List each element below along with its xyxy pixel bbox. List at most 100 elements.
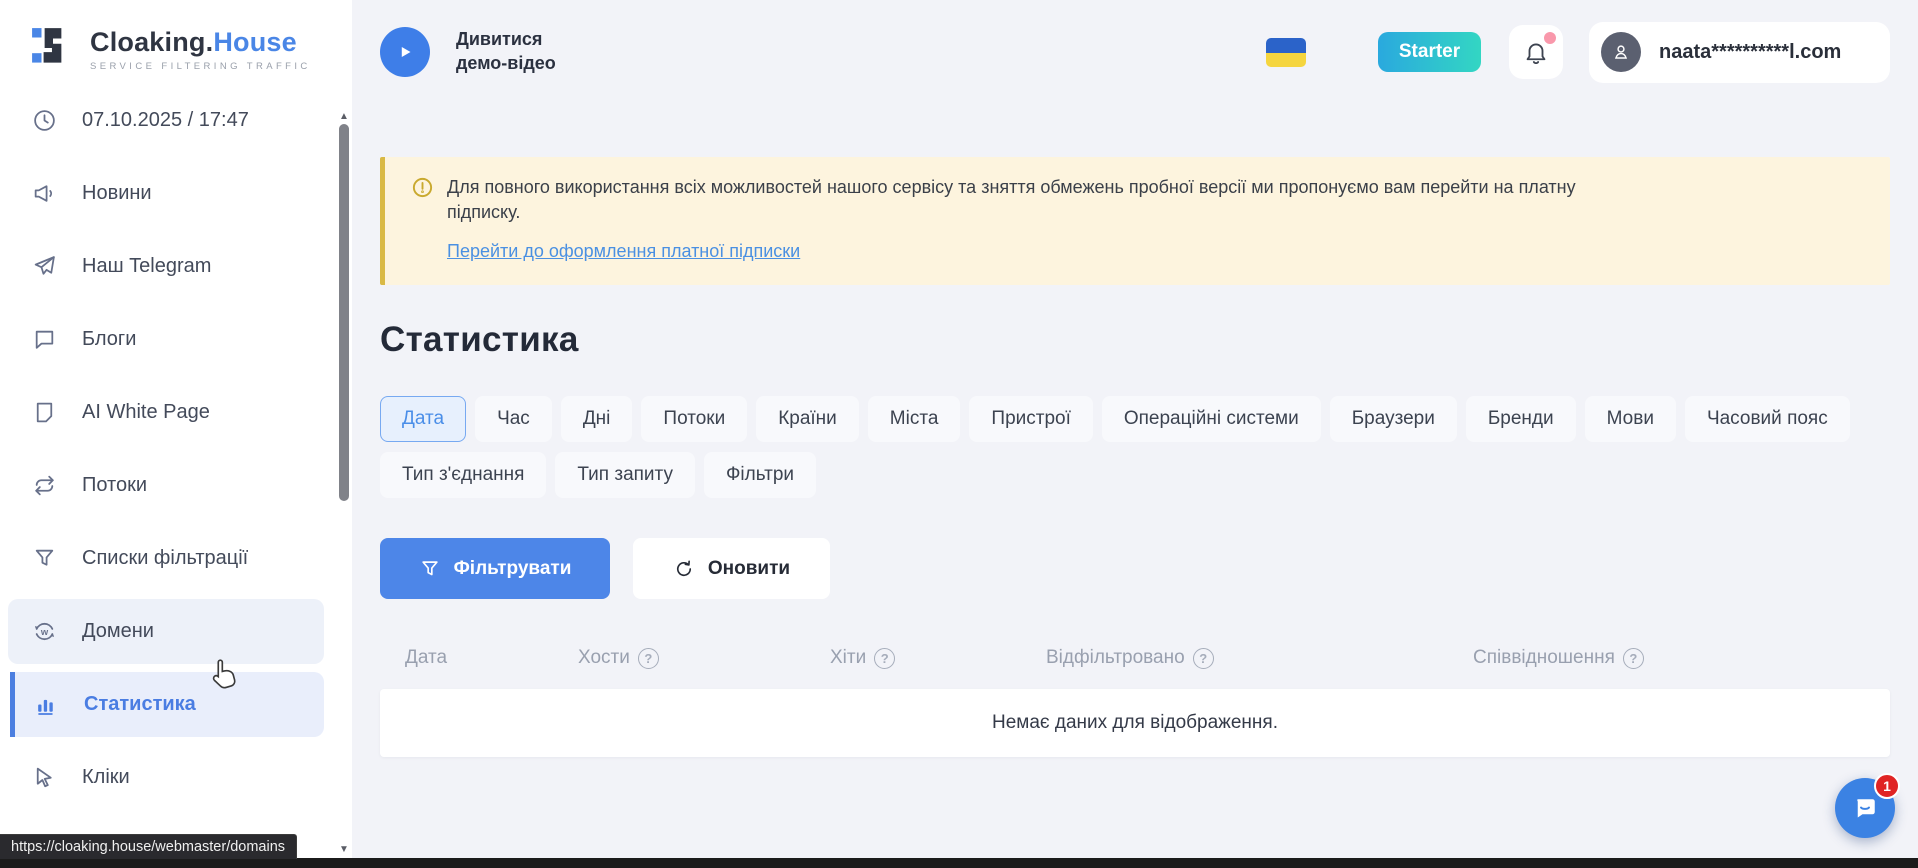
sidebar: Cloaking.House SERVICE FILTERING TRAFFIC… [0, 0, 352, 868]
page-title: Статистика [380, 320, 1890, 360]
demo-video-line1: Дивитися [456, 28, 556, 52]
bar-chart-icon [34, 692, 59, 717]
sync-arrows-icon [32, 473, 57, 498]
clock-icon [32, 108, 57, 133]
play-demo-button[interactable] [380, 27, 430, 77]
refresh-icon [673, 558, 695, 580]
main-content: Дивитися демо-відео Starter naata*******… [352, 0, 1918, 868]
sidebar-item-label: Кліки [82, 766, 130, 789]
tab-days[interactable]: Дні [561, 396, 633, 442]
empty-state-text: Немає даних для відображення. [992, 712, 1278, 734]
funnel-icon [419, 558, 441, 580]
empty-state: Немає даних для відображення. [380, 689, 1890, 757]
logo-icon [30, 26, 76, 72]
sidebar-item-label: AI White Page [82, 401, 210, 424]
paper-plane-icon [32, 254, 57, 279]
sidebar-item-label: Статистика [84, 693, 196, 716]
tab-date[interactable]: Дата [380, 396, 466, 442]
help-icon[interactable]: ? [638, 648, 659, 669]
scrollbar-up-arrow[interactable]: ▲ [338, 112, 350, 122]
column-header-filtered: Відфільтровано ? [1046, 647, 1473, 669]
table-header: Дата Хости ? Хіти ? Відфільтровано ? Спі… [380, 637, 1890, 679]
megaphone-icon [32, 181, 57, 206]
column-header-hits: Хіти ? [830, 647, 1046, 669]
refresh-button-label: Оновити [708, 558, 790, 580]
tab-cities[interactable]: Міста [868, 396, 961, 442]
tab-countries[interactable]: Країни [756, 396, 859, 442]
action-buttons: Фільтрувати Оновити [380, 538, 1890, 599]
banner-text-line1: Для повного використання всіх можливосте… [447, 175, 1576, 200]
filter-button-label: Фільтрувати [454, 558, 572, 580]
sidebar-item-label: Домени [82, 620, 154, 643]
status-url-tooltip: https://cloaking.house/webmaster/domains [0, 834, 297, 859]
chat-unread-badge: 1 [1874, 773, 1900, 799]
sidebar-item-streams[interactable]: Потоки [8, 453, 324, 518]
sidebar-item-label: Потоки [82, 474, 147, 497]
page-icon [32, 400, 57, 425]
chat-widget-button[interactable]: 1 [1835, 778, 1895, 838]
tab-connection-type[interactable]: Тип з'єднання [380, 452, 546, 498]
language-flag-ukraine[interactable] [1266, 38, 1306, 67]
sidebar-menu: 07.10.2025 / 17:47 Новини Наш Telegram Б… [0, 88, 352, 810]
help-icon[interactable]: ? [1193, 648, 1214, 669]
filter-tabs: Дата Час Дні Потоки Країни Міста Пристро… [380, 396, 1890, 498]
user-account-button[interactable]: naata**********l.com [1589, 22, 1890, 83]
column-header-ratio: Співвідношення ? [1473, 647, 1644, 669]
sidebar-item-blogs[interactable]: Блоги [8, 307, 324, 372]
tab-streams[interactable]: Потоки [641, 396, 747, 442]
avatar [1601, 32, 1641, 72]
demo-video-label[interactable]: Дивитися демо-відео [456, 28, 556, 76]
notifications-button[interactable] [1509, 25, 1563, 79]
svg-text:w: w [40, 627, 49, 637]
column-header-date: Дата [405, 647, 578, 669]
sidebar-item-filter-lists[interactable]: Списки фільтрації [8, 526, 324, 591]
scrollbar-down-arrow[interactable]: ▼ [338, 845, 350, 855]
tab-browsers[interactable]: Браузери [1330, 396, 1457, 442]
refresh-button[interactable]: Оновити [633, 538, 830, 599]
tab-devices[interactable]: Пристрої [969, 396, 1092, 442]
help-icon[interactable]: ? [874, 648, 895, 669]
funnel-icon [32, 546, 57, 571]
logo-title-main: Cloaking. [90, 27, 213, 57]
sidebar-item-label: Наш Telegram [82, 255, 211, 278]
scrollbar-thumb[interactable] [339, 124, 349, 501]
plan-badge-button[interactable]: Starter [1378, 32, 1481, 72]
person-icon [1610, 41, 1632, 63]
sidebar-item-label: Списки фільтрації [82, 547, 248, 570]
notification-dot [1544, 32, 1556, 44]
sidebar-item-clicks[interactable]: Кліки [8, 745, 324, 810]
logo: Cloaking.House SERVICE FILTERING TRAFFIC [0, 0, 352, 72]
demo-video-line2: демо-відео [456, 52, 556, 76]
sidebar-item-datetime: 07.10.2025 / 17:47 [8, 88, 324, 153]
play-icon [394, 41, 416, 63]
logo-tagline: SERVICE FILTERING TRAFFIC [90, 61, 311, 72]
tab-filters[interactable]: Фільтри [704, 452, 816, 498]
tab-request-type[interactable]: Тип запиту [555, 452, 695, 498]
warning-icon [411, 176, 434, 199]
bell-icon [1523, 39, 1549, 65]
logo-title: Cloaking.House [90, 27, 311, 58]
tab-languages[interactable]: Мови [1585, 396, 1676, 442]
sidebar-item-telegram[interactable]: Наш Telegram [8, 234, 324, 299]
chat-bubble-icon [32, 327, 57, 352]
banner-text-line2: підписку. [447, 200, 1576, 225]
user-email: naata**********l.com [1659, 41, 1841, 64]
sidebar-item-label: Блоги [82, 328, 136, 351]
tab-time[interactable]: Час [475, 396, 552, 442]
sidebar-item-statistics[interactable]: Статистика [10, 672, 324, 737]
globe-w-icon: w [32, 619, 57, 644]
subscribe-link[interactable]: Перейти до оформлення платної підписки [447, 241, 800, 262]
filter-button[interactable]: Фільтрувати [380, 538, 610, 599]
column-header-hosts: Хости ? [578, 647, 830, 669]
cursor-icon [32, 765, 57, 790]
chat-widget-icon [1850, 793, 1880, 823]
logo-title-accent: House [213, 27, 297, 57]
sidebar-item-label: 07.10.2025 / 17:47 [82, 109, 249, 132]
tab-brands[interactable]: Бренди [1466, 396, 1576, 442]
tab-operating-systems[interactable]: Операційні системи [1102, 396, 1321, 442]
sidebar-item-news[interactable]: Новини [8, 161, 324, 226]
sidebar-item-ai-white-page[interactable]: AI White Page [8, 380, 324, 445]
help-icon[interactable]: ? [1623, 648, 1644, 669]
tab-timezone[interactable]: Часовий пояс [1685, 396, 1850, 442]
sidebar-item-domains[interactable]: w Домени [8, 599, 324, 664]
